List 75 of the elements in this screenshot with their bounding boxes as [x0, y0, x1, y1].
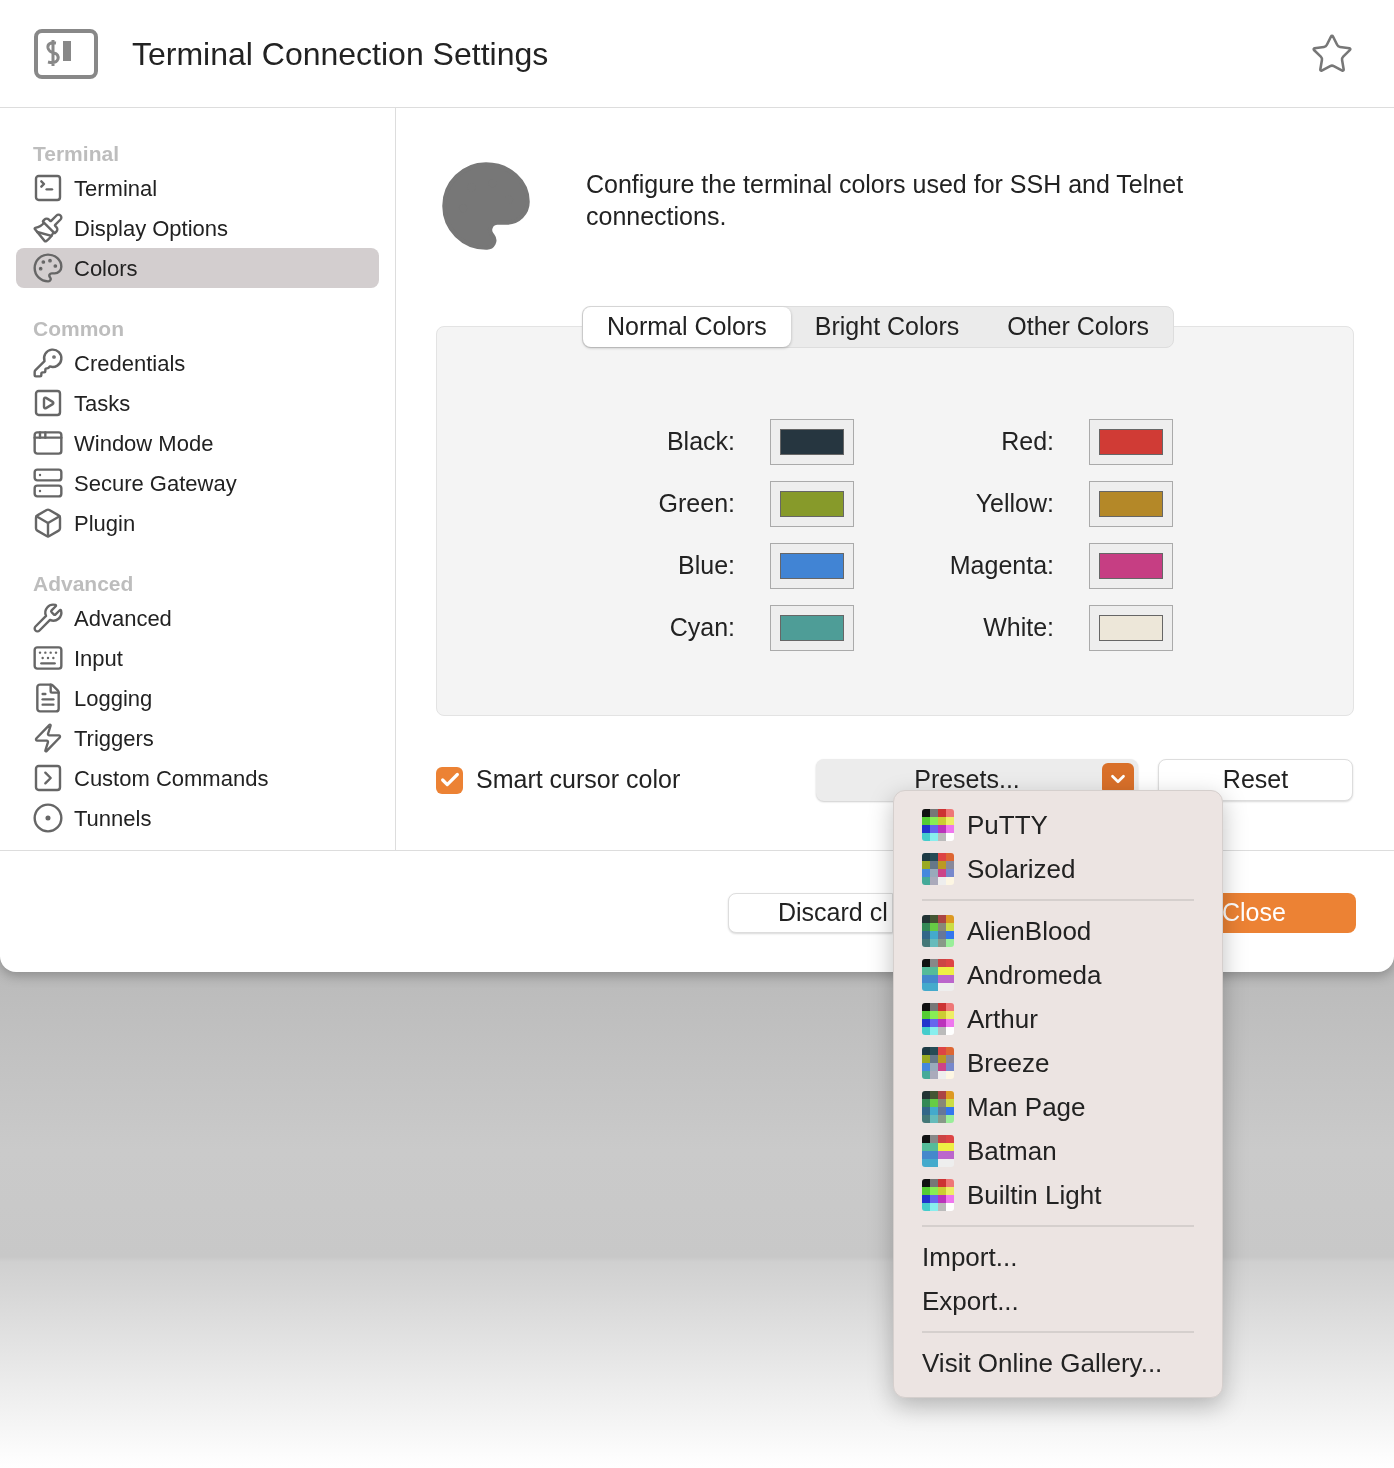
- color-label: Green:: [657, 488, 735, 520]
- color-grid-icon: [922, 1003, 954, 1035]
- sidebar-item[interactable]: Colors: [16, 248, 379, 288]
- menu-item[interactable]: Visit Online Gallery...: [922, 1341, 1194, 1385]
- sidebar-item[interactable]: Credentials: [16, 343, 379, 383]
- menu-item[interactable]: Arthur: [922, 997, 1194, 1041]
- sidebar-item[interactable]: Plugin: [16, 503, 379, 543]
- sidebar-item[interactable]: Display Options: [16, 208, 379, 248]
- terminal-icon: [34, 28, 98, 79]
- section-header: Common: [32, 316, 125, 342]
- menu-item[interactable]: Solarized: [922, 847, 1194, 891]
- color-well[interactable]: [770, 419, 854, 465]
- menu-item[interactable]: Andromeda: [922, 953, 1194, 997]
- color-label: Black:: [665, 426, 735, 458]
- discard-button[interactable]: Discard cl: [728, 892, 893, 933]
- color-well[interactable]: [770, 543, 854, 589]
- menu-item[interactable]: Builtin Light: [922, 1173, 1194, 1217]
- color-label: Magenta:: [948, 550, 1054, 582]
- section-header: Advanced: [32, 571, 135, 597]
- tab[interactable]: Normal Colors: [583, 307, 791, 347]
- menu-item[interactable]: Man Page: [922, 1085, 1194, 1129]
- color-well[interactable]: [1089, 419, 1173, 465]
- sidebar-item-icon: [32, 172, 64, 204]
- color-label: White:: [982, 612, 1054, 644]
- tab[interactable]: Other Colors: [983, 307, 1173, 347]
- color-grid-icon: [922, 1135, 954, 1167]
- color-well[interactable]: [1089, 543, 1173, 589]
- sidebar-item[interactable]: Tunnels: [16, 798, 379, 838]
- sidebar-item-icon: [32, 802, 64, 834]
- sidebar-item[interactable]: Window Mode: [16, 423, 379, 463]
- sidebar-item-icon: [32, 722, 64, 754]
- menu-item[interactable]: PuTTY: [922, 803, 1194, 847]
- color-grid-icon: [922, 1091, 954, 1123]
- color-well[interactable]: [770, 481, 854, 527]
- menu-item[interactable]: Import...: [922, 1235, 1194, 1279]
- description-text: Configure the terminal colors used for SSH and Telnet connections.: [586, 169, 1185, 232]
- sidebar-item[interactable]: Tasks: [16, 383, 379, 423]
- tab[interactable]: Bright Colors: [790, 307, 984, 347]
- sidebar-item-icon: [32, 507, 64, 539]
- sidebar-item[interactable]: Logging: [16, 678, 379, 718]
- checkbox-label: Smart cursor color: [476, 764, 682, 796]
- color-grid-icon: [922, 853, 954, 885]
- sidebar-item[interactable]: Secure Gateway: [16, 463, 379, 503]
- color-grid-icon: [922, 959, 954, 991]
- color-grid-icon: [922, 915, 954, 947]
- sidebar-item[interactable]: Advanced: [16, 598, 379, 638]
- sidebar-item-icon: [32, 212, 64, 244]
- color-grid-icon: [922, 1179, 954, 1211]
- sidebar-item[interactable]: Triggers: [16, 718, 379, 758]
- sidebar-item-icon: [32, 467, 64, 499]
- color-well[interactable]: [1089, 605, 1173, 651]
- sidebar-item-icon: [32, 347, 64, 379]
- color-well[interactable]: [770, 605, 854, 651]
- sidebar-item-icon: [32, 252, 64, 284]
- menu-item[interactable]: AlienBlood: [922, 909, 1194, 953]
- smart-cursor-checkbox[interactable]: [436, 766, 463, 794]
- color-grid-icon: [922, 809, 954, 841]
- sidebar-item[interactable]: Terminal: [16, 168, 379, 208]
- menu-item[interactable]: Export...: [922, 1279, 1194, 1323]
- window-title: Terminal Connection Settings: [132, 34, 550, 74]
- sidebar-item[interactable]: Input: [16, 638, 379, 678]
- color-grid-icon: [922, 1047, 954, 1079]
- color-well[interactable]: [1089, 481, 1173, 527]
- menu-item[interactable]: Batman: [922, 1129, 1194, 1173]
- color-label: Red:: [1000, 426, 1054, 458]
- sidebar-item-icon: [32, 762, 64, 794]
- menu-item[interactable]: Breeze: [922, 1041, 1194, 1085]
- sidebar-item-icon: [32, 602, 64, 634]
- color-label: Cyan:: [668, 612, 735, 644]
- sidebar-item-icon: [32, 387, 64, 419]
- color-label: Blue:: [677, 550, 735, 582]
- reset-button[interactable]: Reset: [1158, 759, 1353, 801]
- color-label: Yellow:: [974, 488, 1054, 520]
- section-header: Terminal: [32, 141, 120, 167]
- sidebar-item[interactable]: Custom Commands: [16, 758, 379, 798]
